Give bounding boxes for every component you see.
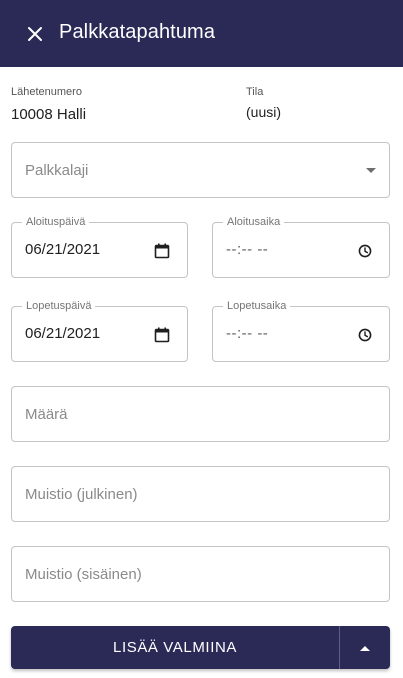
- status-value: (uusi): [246, 104, 282, 120]
- end-time-field[interactable]: Lopetusaika --:-- --: [212, 300, 390, 362]
- start-date-field[interactable]: Aloituspäivä 06/21/2021: [11, 216, 188, 278]
- status-label: Tila: [246, 86, 264, 98]
- public-note-placeholder: Muistio (julkinen): [25, 486, 138, 503]
- wage-type-placeholder: Palkkalaji: [25, 162, 89, 179]
- close-button[interactable]: [25, 24, 45, 44]
- end-date-label: Lopetuspäivä: [22, 300, 96, 312]
- calendar-icon[interactable]: [153, 326, 171, 344]
- end-time-value: --:-- --: [226, 325, 269, 342]
- internal-note-placeholder: Muistio (sisäinen): [25, 566, 142, 583]
- amount-placeholder: Määrä: [25, 406, 68, 423]
- calendar-icon[interactable]: [153, 242, 171, 260]
- arrow-up-icon: [360, 645, 370, 651]
- dropdown-arrow-icon[interactable]: [365, 167, 377, 175]
- start-time-field[interactable]: Aloitusaika --:-- --: [212, 216, 390, 278]
- end-date-field[interactable]: Lopetuspäivä 06/21/2021: [11, 300, 188, 362]
- clock-icon[interactable]: [357, 327, 373, 343]
- amount-input[interactable]: Määrä: [11, 386, 390, 442]
- public-note-input[interactable]: Muistio (julkinen): [11, 466, 390, 522]
- submit-split-button: LISÄÄ VALMIINA: [11, 626, 390, 669]
- clock-icon[interactable]: [357, 243, 373, 259]
- start-time-value: --:-- --: [226, 241, 269, 258]
- page-title: Palkkatapahtuma: [59, 21, 216, 43]
- wage-type-select[interactable]: Palkkalaji: [11, 142, 390, 198]
- start-date-value: 06/21/2021: [25, 241, 101, 258]
- add-ready-button[interactable]: LISÄÄ VALMIINA: [11, 626, 339, 669]
- reference-number-value: 10008 Halli: [11, 106, 87, 123]
- end-time-label: Lopetusaika: [223, 300, 291, 312]
- start-time-label: Aloitusaika: [223, 216, 285, 228]
- end-date-value: 06/21/2021: [25, 325, 101, 342]
- submit-menu-toggle[interactable]: [340, 626, 390, 669]
- close-icon: [28, 27, 42, 41]
- start-date-label: Aloituspäivä: [22, 216, 90, 228]
- app-bar: Palkkatapahtuma: [0, 0, 403, 67]
- reference-number-label: Lähetenumero: [11, 86, 82, 98]
- internal-note-input[interactable]: Muistio (sisäinen): [11, 546, 390, 602]
